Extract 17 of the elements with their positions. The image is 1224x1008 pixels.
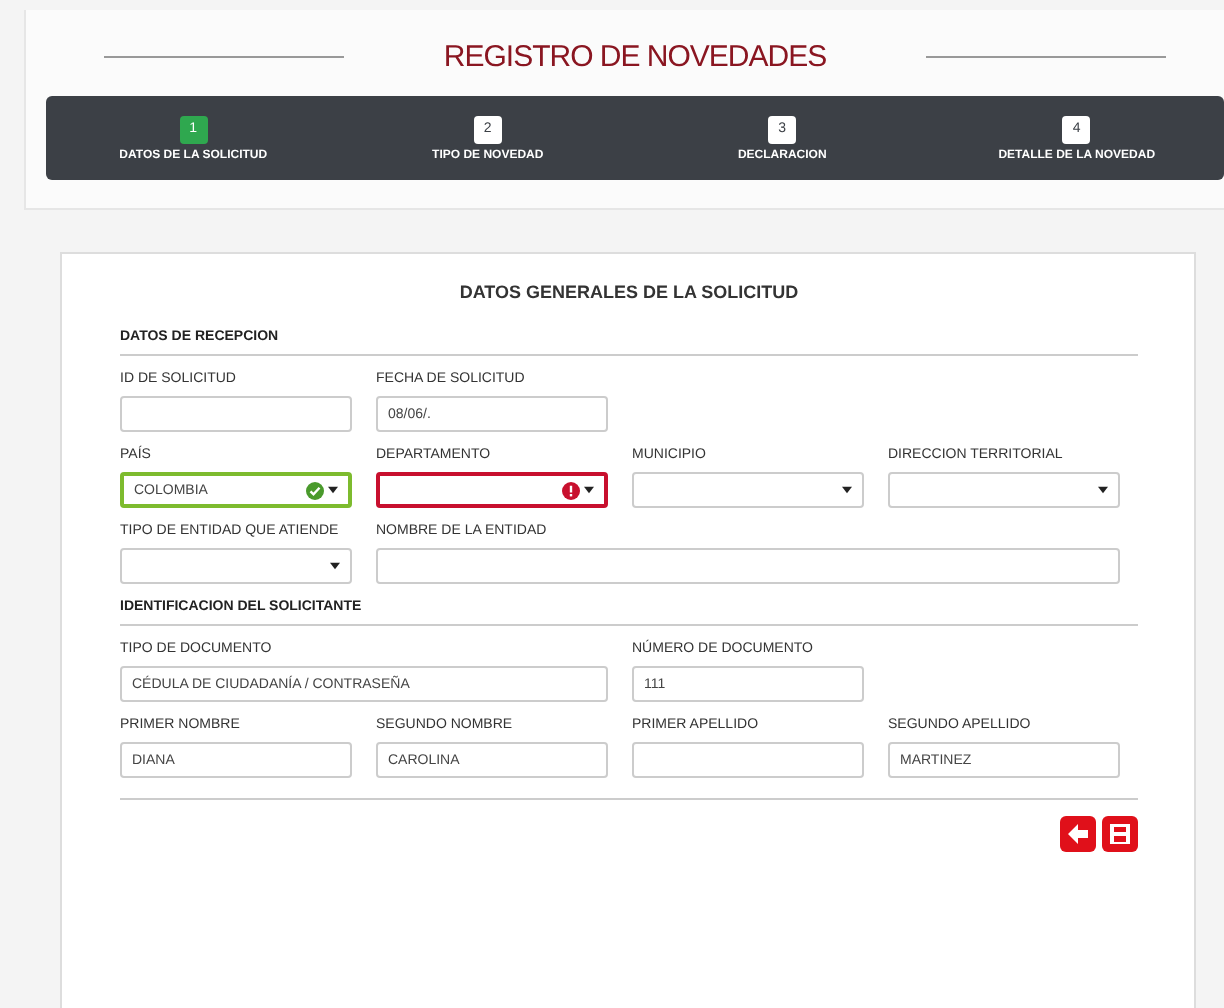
input-field[interactable] xyxy=(632,742,864,778)
check-icon xyxy=(306,481,324,499)
caret-icon xyxy=(328,486,338,494)
caret-icon xyxy=(1098,486,1108,494)
caret-icon xyxy=(330,562,340,570)
arrow-left-icon xyxy=(1066,822,1090,846)
error-icon xyxy=(562,481,580,499)
floppy-icon xyxy=(1108,822,1132,846)
form-title: DATOS GENERALES DE LA SOLICITUD xyxy=(457,282,801,302)
input-field[interactable] xyxy=(376,548,1120,584)
caret-icon xyxy=(584,486,594,494)
page-title: REGISTRO DE NOVEDADES xyxy=(443,39,827,73)
select-field[interactable] xyxy=(376,472,608,508)
back-button[interactable] xyxy=(1060,816,1096,852)
save-button[interactable] xyxy=(1102,816,1138,852)
input-field[interactable] xyxy=(120,396,352,432)
caret-icon xyxy=(842,486,852,494)
